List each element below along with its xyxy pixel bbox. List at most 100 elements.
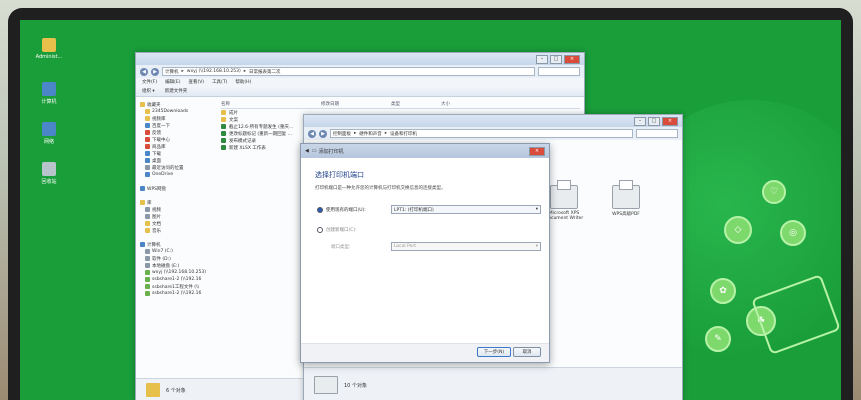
nav-item[interactable]: 2345Downloads — [140, 108, 212, 115]
maximize-icon[interactable]: □ — [550, 54, 562, 64]
nav-item[interactable]: OneDrive — [140, 171, 212, 178]
nav-item[interactable]: 下载中心 — [140, 136, 212, 143]
nav-item[interactable]: WPS网盘 — [140, 185, 212, 192]
back-icon[interactable]: ◀ — [308, 129, 316, 138]
nav-item[interactable]: wxyj (\\192.168.10.253) — [140, 269, 212, 276]
existing-port-radio[interactable] — [317, 207, 323, 213]
organize-button[interactable]: 组织 ▾ — [142, 88, 155, 94]
nav-item[interactable]: 最近访问的位置 — [140, 164, 212, 171]
nav-item[interactable]: Win7 (C:) — [140, 248, 212, 255]
nav-item[interactable]: 视频库 — [140, 115, 212, 122]
nav-item[interactable]: 视频 — [140, 206, 212, 213]
nav-item[interactable]: 软件 (D:) — [140, 255, 212, 262]
wallpaper-circle: ◎ — [780, 220, 806, 246]
desktop-icon[interactable]: 计算机 — [32, 82, 66, 105]
breadcrumb-item[interactable]: 日常报表第二次 — [249, 69, 281, 75]
new-port-option[interactable]: 创建新端口(C): — [317, 227, 357, 233]
address-input[interactable]: 控制面板 ▸ 硬件和声音 ▸ 设备和打印机 — [330, 129, 633, 138]
breadcrumb-item[interactable]: 计算机 — [165, 69, 179, 75]
nav-item-label: 收藏夹 — [147, 102, 161, 108]
nav-item[interactable]: 商品库 — [140, 143, 212, 150]
nav-item-label: 反馈 — [152, 130, 161, 136]
next-button[interactable]: 下一步(N) — [477, 347, 511, 357]
desktop-icon[interactable]: 回收站 — [32, 162, 66, 185]
nav-item-label: 商品库 — [152, 144, 166, 150]
nav-item-label: 下载中心 — [152, 137, 170, 143]
dialog-titlebar[interactable]: ◀ ▭ 添加打印机 × — [301, 144, 549, 158]
search-input[interactable] — [538, 67, 580, 76]
nav-item[interactable]: 收藏夹 — [140, 101, 212, 108]
menu-file[interactable]: 文件(F) — [142, 79, 157, 85]
back-icon[interactable]: ◀ — [140, 67, 148, 76]
nav-item-label: 2345Downloads — [152, 109, 189, 114]
nav-item[interactable]: ssbshare1工程文件 (\\ — [140, 283, 212, 290]
devices-titlebar[interactable]: – □ × — [304, 115, 682, 127]
desktop-icon[interactable]: 网络 — [32, 122, 66, 145]
file-icon — [221, 124, 226, 129]
nav-item-icon — [140, 102, 145, 107]
desktop-icon[interactable]: Administ... — [32, 38, 66, 60]
existing-port-select[interactable]: LPT1: (打印机端口) ▾ — [391, 205, 541, 214]
new-folder-button[interactable]: 新建文件夹 — [165, 88, 188, 94]
new-port-radio[interactable] — [317, 227, 323, 233]
explorer-titlebar[interactable]: – □ × — [136, 53, 584, 65]
menu-view[interactable]: 查看(V) — [188, 79, 204, 85]
column-name[interactable]: 名称 — [221, 101, 321, 108]
close-icon[interactable]: × — [529, 146, 545, 156]
breadcrumb-item[interactable]: wxyj (\\192.168.10.253) — [187, 69, 241, 74]
chevron-down-icon: ▾ — [535, 244, 538, 249]
back-icon[interactable]: ◀ — [305, 148, 309, 154]
add-printer-dialog[interactable]: ◀ ▭ 添加打印机 × 选择打印机端口 打印机端口是一种允许您的计算机与打印机交… — [300, 143, 550, 363]
file-list-header: 名称 修改日期 类型 大小 — [221, 101, 580, 109]
menu-tools[interactable]: 工具(T) — [212, 79, 227, 85]
nav-item-icon — [145, 193, 150, 198]
minimize-icon[interactable]: – — [634, 116, 646, 126]
printer-xps[interactable]: Microsoft XPS Document Writer — [544, 180, 584, 221]
nav-item-label: 本地磁盘 (E:) — [152, 263, 180, 269]
nav-item[interactable]: 本地磁盘 (E:) — [140, 262, 212, 269]
nav-item[interactable]: ssbshare1-2 (\\192.16 — [140, 290, 212, 297]
menu-help[interactable]: 帮助(H) — [235, 79, 251, 85]
nav-item[interactable]: ssbshare1-2 (\\192.16 — [140, 276, 212, 283]
dialog-heading: 选择打印机端口 — [315, 171, 364, 179]
file-name: 截止12.6-所有专题发生 (重庆... — [229, 124, 294, 130]
existing-port-value: LPT1: (打印机端口) — [394, 207, 434, 213]
breadcrumb-item[interactable]: 硬件和声音 — [359, 131, 382, 137]
nav-item[interactable]: 图片 — [140, 213, 212, 220]
search-input[interactable] — [636, 129, 678, 138]
file-name: 文案 — [229, 117, 238, 123]
minimize-icon[interactable]: – — [536, 54, 548, 64]
nav-item[interactable]: 计算机 — [140, 241, 212, 248]
close-icon[interactable]: × — [662, 116, 678, 126]
column-date[interactable]: 修改日期 — [321, 101, 391, 108]
nav-item-label: 视频库 — [152, 116, 166, 122]
existing-port-option[interactable]: 使用现有的端口(U): — [317, 207, 366, 213]
nav-item[interactable]: 库 — [140, 199, 212, 206]
nav-item[interactable]: 百度一下 — [140, 122, 212, 129]
explorer-address-bar: ◀ ▶ 计算机 ▸ wxyj (\\192.168.10.253) ▸ 日常报表第二… — [136, 65, 584, 78]
close-icon[interactable]: × — [564, 54, 580, 64]
nav-item[interactable]: 下载 — [140, 150, 212, 157]
nav-item-icon — [145, 151, 150, 156]
nav-item-label: 音乐 — [152, 228, 161, 234]
breadcrumb-item[interactable]: 设备和打印机 — [390, 131, 417, 137]
column-size[interactable]: 大小 — [441, 101, 481, 108]
breadcrumb-item[interactable]: 控制面板 — [333, 131, 351, 137]
file-name: 成片 — [229, 110, 238, 116]
menu-edit[interactable]: 编辑(E) — [165, 79, 180, 85]
port-type-select[interactable]: Local Port ▾ — [391, 242, 541, 251]
forward-icon[interactable]: ▶ — [151, 67, 159, 76]
maximize-icon[interactable]: □ — [648, 116, 660, 126]
cancel-button[interactable]: 取消 — [513, 347, 541, 357]
nav-item[interactable]: 反馈 — [140, 129, 212, 136]
column-type[interactable]: 类型 — [391, 101, 441, 108]
printer-wps-pdf[interactable]: WPS高级PDF — [606, 180, 646, 217]
nav-item[interactable]: 桌面 — [140, 157, 212, 164]
folder-icon — [146, 383, 160, 397]
nav-item[interactable]: 音乐 — [140, 227, 212, 234]
forward-icon[interactable]: ▶ — [319, 129, 327, 138]
nav-item-icon — [145, 130, 150, 135]
nav-item[interactable]: 文档 — [140, 220, 212, 227]
address-input[interactable]: 计算机 ▸ wxyj (\\192.168.10.253) ▸ 日常报表第二次 — [162, 67, 535, 76]
nav-item-icon — [145, 235, 150, 240]
